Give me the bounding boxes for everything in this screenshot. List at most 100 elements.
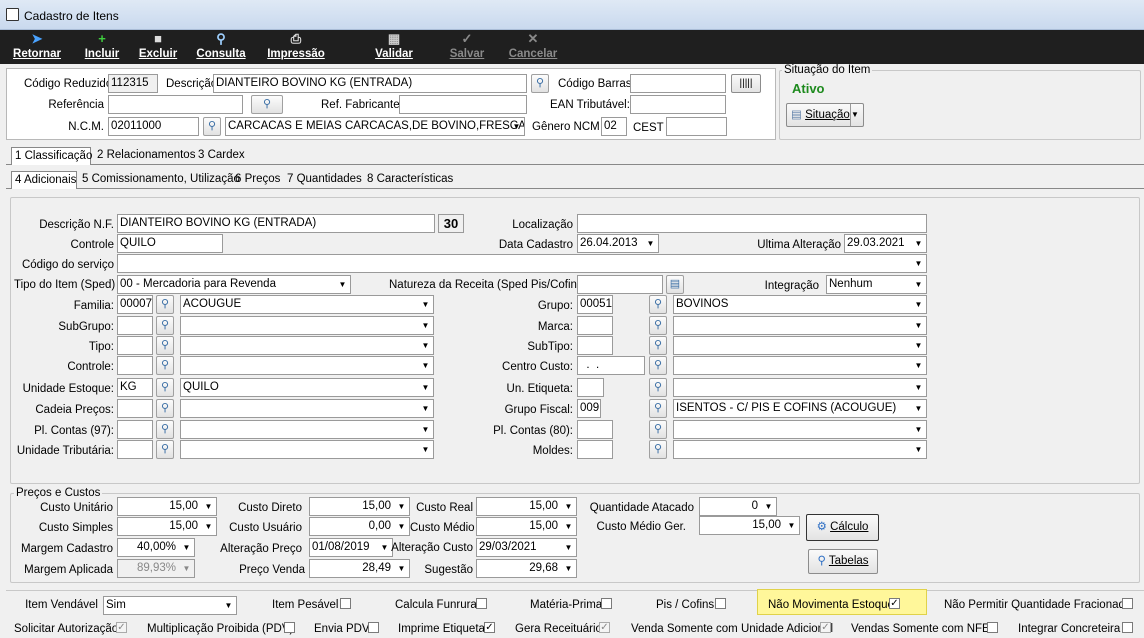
subgrupo-code-field[interactable]: [117, 316, 153, 335]
custo-usuario-field[interactable]: 0,00 ▼: [309, 517, 410, 536]
solicitar-autorizacao-checkbox[interactable]: ✓: [116, 622, 127, 633]
ref-fabricante-field[interactable]: [399, 95, 527, 114]
centro-custo-select[interactable]: ▼: [673, 356, 927, 375]
margem-cadastro-field[interactable]: 40,00% ▼: [117, 538, 195, 557]
moldes-code-field[interactable]: [577, 440, 613, 459]
moldes-search-icon[interactable]: ⚲: [649, 440, 667, 459]
retornar-button[interactable]: ➤ Retornar: [8, 30, 66, 64]
subtipo-code-field[interactable]: [577, 336, 613, 355]
cadeia-precos-select[interactable]: ▼: [180, 399, 434, 418]
tipo-search-icon[interactable]: ⚲: [156, 336, 174, 355]
tab-relacionamentos[interactable]: 2 Relacionamentos: [94, 147, 198, 165]
ncm-field[interactable]: 02011000: [108, 117, 199, 136]
marca-search-icon[interactable]: ⚲: [649, 316, 667, 335]
codigo-servico-select[interactable]: ▼: [117, 254, 927, 273]
calcula-funrural-checkbox[interactable]: [476, 598, 487, 609]
ncm-description-select[interactable]: CARCACAS E MEIAS CARCACAS,DE BOVINO,FRES…: [225, 117, 525, 136]
nao-permitir-checkbox[interactable]: [1122, 598, 1133, 609]
cadeia-precos-code-field[interactable]: [117, 399, 153, 418]
tipo-item-select[interactable]: 00 - Mercadoria para Revenda ▼: [117, 275, 351, 294]
localizacao-field[interactable]: [577, 214, 927, 233]
data-cadastro-field[interactable]: 26.04.2013 ▼: [577, 234, 659, 253]
unidade-estoque-select[interactable]: QUILO ▼: [180, 378, 434, 397]
tab-adicionais[interactable]: 4 Adicionais: [11, 171, 77, 189]
custo-direto-field[interactable]: 15,00 ▼: [309, 497, 410, 516]
multiplicacao-checkbox[interactable]: [284, 622, 295, 633]
incluir-button[interactable]: + Incluir: [80, 30, 124, 64]
familia-select[interactable]: ACOUGUE ▼: [180, 295, 434, 314]
descricao-field[interactable]: DIANTEIRO BOVINO KG (ENTRADA): [213, 74, 527, 93]
tab-precos[interactable]: 6 Preços: [232, 171, 283, 189]
referencia-search-icon[interactable]: ⚲: [251, 95, 283, 114]
subtipo-select[interactable]: ▼: [673, 336, 927, 355]
codigo-barras-field[interactable]: [630, 74, 726, 93]
custo-medio-ger-field[interactable]: 15,00 ▼: [699, 516, 800, 535]
tab-classificacao[interactable]: 1 Classificação: [11, 147, 92, 165]
controle2-select[interactable]: ▼: [180, 356, 434, 375]
marca-select[interactable]: ▼: [673, 316, 927, 335]
subgrupo-search-icon[interactable]: ⚲: [156, 316, 174, 335]
grupo-fiscal-code-field[interactable]: 009: [577, 399, 601, 418]
envia-pdv-checkbox[interactable]: [368, 622, 379, 633]
unidade-tributaria-select[interactable]: ▼: [180, 440, 434, 459]
pl-contas80-search-icon[interactable]: ⚲: [649, 420, 667, 439]
grupo-fiscal-search-icon[interactable]: ⚲: [649, 399, 667, 418]
imprime-etiqueta-checkbox[interactable]: ✓: [484, 622, 495, 633]
alteracao-preco-field[interactable]: 01/08/2019 ▼: [309, 538, 393, 557]
familia-code-field[interactable]: 00007: [117, 295, 153, 314]
natureza-lookup-icon[interactable]: ▤: [666, 275, 684, 294]
descricao-search-icon[interactable]: ⚲: [531, 74, 549, 93]
salvar-button[interactable]: ✓ Salvar: [447, 30, 487, 64]
controle2-code-field[interactable]: [117, 356, 153, 375]
impressao-button[interactable]: ⎙ Impressão: [263, 30, 329, 64]
centro-custo-field[interactable]: . .: [577, 356, 645, 375]
grupo-fiscal-select[interactable]: ISENTOS - C/ PIS E COFINS (ACOUGUE) ▼: [673, 399, 927, 418]
integracao-select[interactable]: Nenhum ▼: [826, 275, 927, 294]
vendas-somente-nfe-checkbox[interactable]: [987, 622, 998, 633]
un-etiqueta-select[interactable]: ▼: [673, 378, 927, 397]
calculo-button[interactable]: ⚙ Cálculo: [806, 514, 879, 541]
pl-contas80-code-field[interactable]: [577, 420, 613, 439]
cancelar-button[interactable]: ✕ Cancelar: [506, 30, 560, 64]
descricao-nf-field[interactable]: DIANTEIRO BOVINO KG (ENTRADA): [117, 214, 435, 233]
excluir-button[interactable]: ■ Excluir: [136, 30, 180, 64]
pl-contas97-select[interactable]: ▼: [180, 420, 434, 439]
preco-venda-field[interactable]: 28,49 ▼: [309, 559, 410, 578]
pl-contas97-code-field[interactable]: [117, 420, 153, 439]
venda-somente-unidade-checkbox[interactable]: ✓: [820, 622, 831, 633]
tab-quantidades[interactable]: 7 Quantidades: [284, 171, 365, 189]
natureza-receita-field[interactable]: [577, 275, 663, 294]
subtipo-search-icon[interactable]: ⚲: [649, 336, 667, 355]
validar-button[interactable]: ▦ Validar: [372, 30, 416, 64]
pl-contas80-select[interactable]: ▼: [673, 420, 927, 439]
situacao-button[interactable]: ▤ Situação ▼: [786, 103, 864, 127]
cest-field[interactable]: [666, 117, 727, 136]
controle2-search-icon[interactable]: ⚲: [156, 356, 174, 375]
un-etiqueta-field[interactable]: [577, 378, 604, 397]
sugestao-field[interactable]: 29,68 ▼: [476, 559, 577, 578]
item-vendavel-select[interactable]: Sim ▼: [103, 596, 237, 615]
barcode-icon[interactable]: |||||: [731, 74, 761, 93]
familia-search-icon[interactable]: ⚲: [156, 295, 174, 314]
consulta-button[interactable]: ⚲ Consulta: [194, 30, 248, 64]
pl-contas97-search-icon[interactable]: ⚲: [156, 420, 174, 439]
ultima-alteracao-field[interactable]: 29.03.2021 ▼: [844, 234, 927, 253]
custo-simples-field[interactable]: 15,00 ▼: [117, 517, 217, 536]
un-etiqueta-search-icon[interactable]: ⚲: [649, 378, 667, 397]
unidade-tributaria-search-icon[interactable]: ⚲: [156, 440, 174, 459]
cadeia-precos-search-icon[interactable]: ⚲: [156, 399, 174, 418]
tipo-select[interactable]: ▼: [180, 336, 434, 355]
gera-receituario-checkbox[interactable]: ✓: [599, 622, 610, 633]
tipo-code-field[interactable]: [117, 336, 153, 355]
grupo-select[interactable]: BOVINOS ▼: [673, 295, 927, 314]
referencia-field[interactable]: [108, 95, 243, 114]
centro-custo-search-icon[interactable]: ⚲: [649, 356, 667, 375]
ncm-search-icon[interactable]: ⚲: [203, 117, 221, 136]
alteracao-custo-field[interactable]: 29/03/2021 ▼: [476, 538, 577, 557]
grupo-search-icon[interactable]: ⚲: [649, 295, 667, 314]
custo-real-field[interactable]: 15,00 ▼: [476, 497, 577, 516]
custo-unitario-field[interactable]: 15,00 ▼: [117, 497, 217, 516]
integrar-concreteira-checkbox[interactable]: [1122, 622, 1133, 633]
controle-field[interactable]: QUILO: [117, 234, 223, 253]
item-pesavel-checkbox[interactable]: [340, 598, 351, 609]
